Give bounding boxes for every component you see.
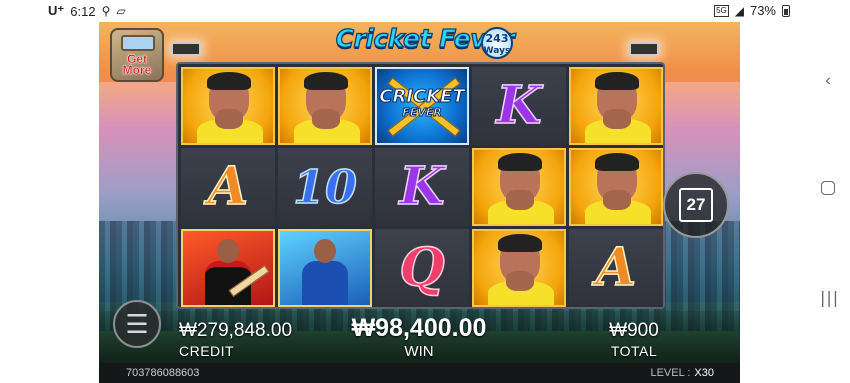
clock: 6:12 [70, 3, 96, 19]
status-bar: U⁺ 6:12 ⚲ ▱ 5G ◢ 73% [34, 0, 806, 22]
floodlight-icon [171, 42, 201, 56]
symbol-10: 10 [278, 148, 372, 226]
symbol-batsman [181, 229, 275, 307]
symbol-letter: Q [399, 237, 446, 298]
spin-counter[interactable]: 27 [663, 172, 729, 238]
symbol-letter: A [595, 237, 637, 298]
symbol-letter: K [496, 75, 543, 136]
battery-percent: 73% [749, 3, 776, 18]
carrier-label: U⁺ [48, 3, 65, 18]
system-nav-bar: ‹ ||| [806, 0, 850, 383]
symbol-bowler [278, 229, 372, 307]
game-footer: 703786088603 LEVEL : X30 [99, 363, 740, 383]
reel-board: CRICKET FEVER K A 10 K Q A [176, 62, 665, 309]
symbol-a: A [181, 148, 275, 226]
ways-label: Ways [483, 46, 511, 56]
game-logo: Cricket Fever 243 Ways [335, 23, 515, 60]
spin-counter-value: 27 [679, 188, 713, 222]
home-icon[interactable] [821, 181, 835, 195]
network-type-icon: 5G [714, 4, 729, 17]
win-value: ₩98,400.00 [351, 314, 487, 342]
symbol-q: Q [375, 229, 469, 307]
signal-icon: ◢ [734, 3, 744, 18]
symbol-letter: 10 [292, 159, 358, 215]
reel-grid: CRICKET FEVER K A 10 K Q A [181, 67, 663, 307]
win-label: WIN [404, 343, 434, 360]
hamburger-icon: ☰ [125, 309, 149, 339]
ways-badge: 243 Ways [481, 27, 513, 59]
symbol-player [472, 148, 566, 226]
slot-game: Cricket Fever 243 Ways Get More CRICKET F… [99, 22, 740, 383]
menu-button[interactable]: ☰ [113, 300, 161, 348]
app-notification-icon: ▱ [116, 4, 126, 18]
total-bet-label: TOTAL [610, 343, 658, 359]
floodlight-icon [629, 42, 659, 56]
level-indicator: LEVEL : X30 [650, 367, 714, 379]
back-icon[interactable]: ‹ [820, 73, 836, 89]
shop-icon [121, 35, 155, 51]
symbol-k: K [472, 67, 566, 145]
notification-icon: ⚲ [101, 4, 111, 18]
battery-icon [782, 4, 790, 17]
symbol-letter: K [399, 156, 446, 217]
symbol-wild: CRICKET FEVER [375, 67, 469, 145]
symbol-player [569, 67, 663, 145]
symbol-letter: A [207, 156, 249, 217]
session-id: 703786088603 [126, 367, 200, 379]
get-more-button[interactable]: Get More [110, 28, 164, 82]
symbol-player [278, 67, 372, 145]
total-bet-value[interactable]: ₩900 [599, 320, 669, 342]
credit-value: ₩279,848.00 [179, 320, 293, 341]
wild-line1: CRICKET [379, 86, 466, 107]
credit-label: CREDIT [179, 343, 235, 359]
symbol-player [569, 148, 663, 226]
level-label: LEVEL : [650, 367, 691, 379]
get-more-line2: More [122, 63, 152, 77]
recent-apps-icon[interactable]: ||| [820, 290, 838, 306]
wild-line2: FEVER [402, 106, 443, 120]
symbol-player [472, 229, 566, 307]
symbol-k: K [375, 148, 469, 226]
symbol-a: A [569, 229, 663, 307]
symbol-player [181, 67, 275, 145]
level-value: X30 [694, 367, 714, 379]
ways-count: 243 [485, 32, 509, 45]
